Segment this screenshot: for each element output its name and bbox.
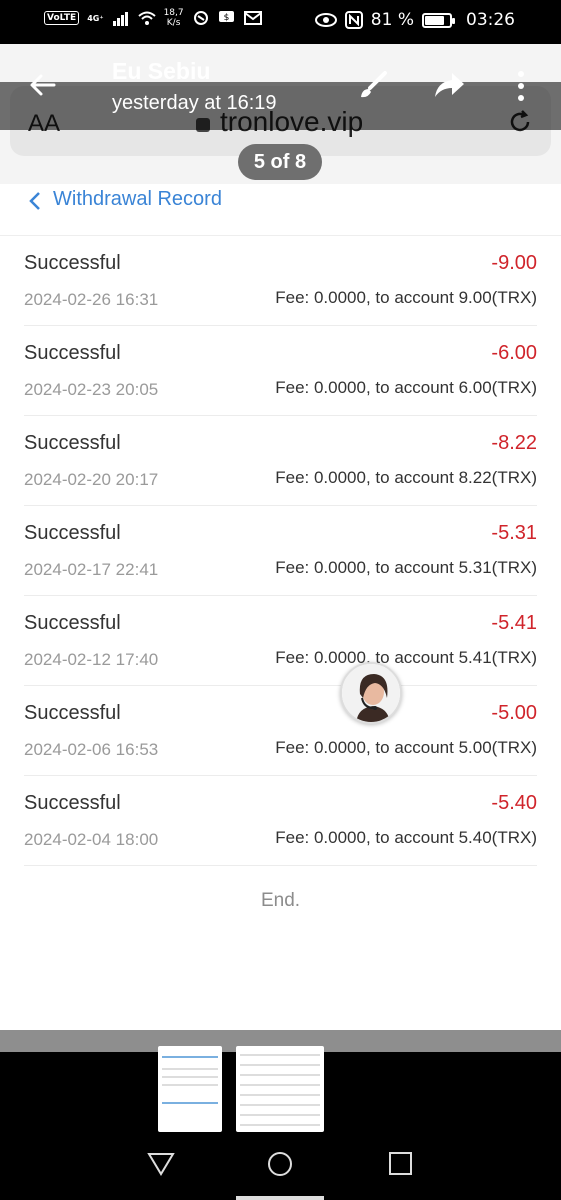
message-icon: $	[218, 11, 234, 23]
record-amount: -8.22	[491, 432, 537, 454]
speed-unit: K/s	[166, 18, 181, 28]
withdrawal-row: Successful -8.22 2024-02-20 20:17 Fee: 0.00…	[24, 416, 537, 506]
page-title[interactable]: Withdrawal Record	[53, 188, 222, 211]
withdrawal-row: Successful -5.00 2024-02-06 16:53 Fee: 0.00…	[24, 686, 537, 776]
thumb-line	[240, 1124, 320, 1126]
battery-percent: 81 %	[370, 10, 414, 30]
record-status: Successful	[24, 792, 121, 814]
share-icon[interactable]	[432, 70, 466, 100]
record-date: 2024-02-17 22:41	[24, 560, 159, 579]
nav-recents-icon[interactable]	[387, 1150, 415, 1178]
record-date: 2024-02-26 16:31	[24, 290, 159, 309]
thumb-line	[240, 1094, 320, 1096]
nfc-icon	[344, 11, 363, 29]
nav-home-icon[interactable]	[266, 1150, 294, 1178]
svg-text:$: $	[223, 13, 229, 23]
battery-level	[425, 15, 444, 25]
record-detail: Fee: 0.0000, to account 5.00(TRX)	[275, 738, 537, 757]
thumb-line	[162, 1084, 218, 1086]
record-detail: Fee: 0.0000, to account 8.22(TRX)	[275, 468, 537, 487]
viewer-header-overlay	[0, 82, 561, 130]
thumb-line	[162, 1056, 218, 1058]
thumb-line	[162, 1102, 218, 1104]
sent-time: yesterday at 16:19	[112, 92, 277, 114]
record-amount: -5.40	[491, 792, 537, 814]
status-right: 81 % 03:26	[314, 10, 515, 30]
record-amount: -6.00	[491, 342, 537, 364]
image-counter: 5 of 8	[238, 144, 322, 180]
thumb-line	[240, 1104, 320, 1106]
signal-icon	[112, 12, 128, 26]
withdrawal-row: Successful -5.40 2024-02-04 18:00 Fee: 0.00…	[24, 776, 537, 866]
record-status: Successful	[24, 342, 121, 364]
thumb-line	[240, 1114, 320, 1116]
battery-icon	[422, 12, 455, 28]
record-date: 2024-02-12 17:40	[24, 650, 159, 669]
viber-icon	[193, 11, 208, 25]
thumb-line	[240, 1084, 320, 1086]
status-bar: VoLTE 4G⁺ 18,7 K/s $ 81 % 03:26	[0, 0, 561, 44]
thumbnail-prev[interactable]	[158, 1046, 222, 1132]
bottom-panel	[0, 1030, 561, 1200]
nav-back-icon[interactable]	[147, 1150, 175, 1178]
support-agent-button[interactable]	[340, 662, 402, 724]
record-status: Successful	[24, 702, 121, 724]
network-speed: 18,7 K/s	[164, 8, 184, 28]
thumb-line	[240, 1074, 320, 1076]
record-status: Successful	[24, 522, 121, 544]
record-status: Successful	[24, 252, 121, 274]
system-nav-bar	[0, 1150, 561, 1188]
volte-badge: VoLTE	[44, 11, 80, 25]
record-amount: -5.41	[491, 612, 537, 634]
thumb-line	[240, 1054, 320, 1056]
eye-icon	[314, 13, 337, 27]
record-detail: Fee: 0.0000, to account 5.31(TRX)	[275, 558, 537, 577]
thumb-line	[240, 1064, 320, 1066]
record-detail: Fee: 0.0000, to account 5.41(TRX)	[275, 648, 537, 667]
back-arrow-icon[interactable]	[26, 68, 60, 102]
wifi-icon	[137, 11, 156, 25]
thumbnail-current[interactable]	[236, 1046, 324, 1132]
thumbnail-edge	[236, 1196, 324, 1200]
record-date: 2024-02-20 20:17	[24, 470, 159, 489]
image-viewer[interactable]: AA tronlove.vip Eu Sebiu yesterday at 16…	[0, 44, 561, 1030]
record-status: Successful	[24, 432, 121, 454]
withdrawal-row: Successful -9.00 2024-02-26 16:31 Fee: 0.00…	[24, 236, 537, 326]
record-detail: Fee: 0.0000, to account 9.00(TRX)	[275, 288, 537, 307]
record-detail: Fee: 0.0000, to account 5.40(TRX)	[275, 828, 537, 847]
end-label: End.	[260, 890, 301, 911]
network-type: 4G⁺	[87, 13, 104, 23]
withdrawal-row: Successful -5.41 2024-02-12 17:40 Fee: 0.00…	[24, 596, 537, 686]
speed-value: 18,7	[163, 8, 184, 18]
more-vertical-icon[interactable]	[514, 70, 528, 102]
status-left: VoLTE 4G⁺ 18,7 K/s $	[44, 8, 262, 28]
record-status: Successful	[24, 612, 121, 634]
record-detail: Fee: 0.0000, to account 6.00(TRX)	[275, 378, 537, 397]
record-date: 2024-02-04 18:00	[24, 830, 159, 849]
withdrawal-row: Successful -5.31 2024-02-17 22:41 Fee: 0.00…	[24, 506, 537, 596]
chevron-left-icon[interactable]	[28, 191, 42, 211]
sender-name: Eu Sebiu	[112, 58, 211, 84]
clock: 03:26	[466, 10, 515, 30]
record-date: 2024-02-06 16:53	[24, 740, 159, 759]
record-amount: -5.31	[491, 522, 537, 544]
record-amount: -5.00	[491, 702, 537, 724]
record-amount: -9.00	[491, 252, 537, 274]
record-date: 2024-02-23 20:05	[24, 380, 159, 399]
brush-icon[interactable]	[356, 68, 390, 102]
thumb-line	[162, 1076, 218, 1078]
withdrawal-row: Successful -6.00 2024-02-23 20:05 Fee: 0.00…	[24, 326, 537, 416]
mail-icon	[243, 11, 262, 25]
thumb-line	[162, 1068, 218, 1070]
withdrawal-list: Successful -9.00 2024-02-26 16:31 Fee: 0.00…	[0, 236, 561, 866]
